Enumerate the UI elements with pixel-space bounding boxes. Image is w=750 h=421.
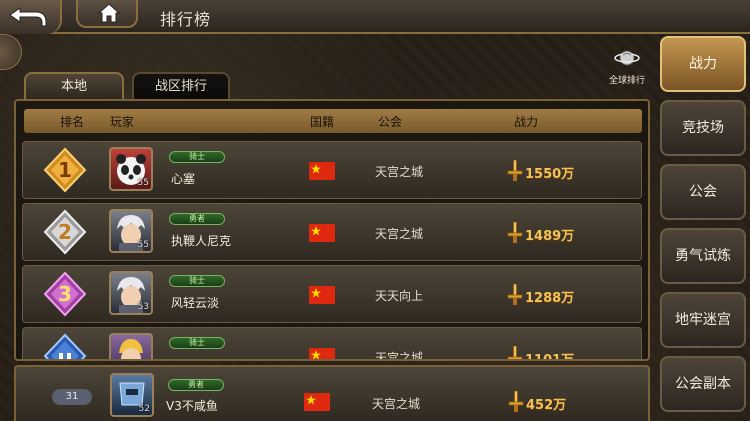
avatar[interactable]: 52 [110, 373, 154, 417]
my-rank-row[interactable]: 31 52 勇者 V3不咸鱼 天宫之城 452万 [14, 365, 650, 421]
guild-name: 天宫之城 [375, 165, 424, 179]
player-level: 52 [138, 404, 150, 414]
column-power: 战力 [514, 115, 539, 129]
side-tab-power[interactable]: 战力 [660, 36, 746, 92]
tab-zone-ranking[interactable]: 战区排行 [132, 72, 230, 100]
home-button[interactable] [76, 0, 138, 28]
column-guild: 公会 [378, 115, 403, 129]
title-badge: 骑士 [169, 337, 225, 349]
avatar[interactable]: 53 [109, 271, 153, 315]
power-text: 1550万 [525, 167, 575, 182]
avatar[interactable]: 55 [109, 209, 153, 253]
player-level: 53 [137, 302, 149, 312]
sword-icon [507, 222, 523, 243]
globe-icon [614, 50, 640, 66]
power-text: 1489万 [525, 229, 575, 244]
sword-icon [507, 284, 523, 305]
column-player: 玩家 [110, 115, 135, 129]
tab-local[interactable]: 本地 [24, 72, 124, 100]
rank-number: 2 [58, 220, 72, 244]
table-row[interactable]: 1 55 骑士 心塞 天宫之城 1550万 [22, 141, 642, 199]
avatar[interactable]: 55 [109, 147, 153, 191]
power-text: 1101万 [525, 353, 575, 361]
china-flag-icon [304, 393, 330, 411]
title-badge: 勇者 [169, 213, 225, 225]
side-tab-guild[interactable]: 公会 [660, 164, 746, 220]
china-flag-icon [309, 348, 335, 359]
top-bar: 排行榜 [0, 0, 750, 34]
back-button[interactable] [0, 0, 62, 34]
table-row[interactable]: 3 53 骑士 风轻云淡 天天向上 1288万 [22, 265, 642, 323]
china-flag-icon [309, 286, 335, 304]
global-rank-button[interactable]: 全球排行 [604, 48, 650, 86]
table-row[interactable]: 2 55 勇者 执鞭人尼克 天宫之城 1489万 [22, 203, 642, 261]
column-rank: 排名 [60, 115, 85, 129]
china-flag-icon [309, 224, 335, 242]
player-name: 执鞭人尼克 [171, 234, 232, 248]
sword-icon [507, 160, 523, 181]
power-text: 1288万 [525, 291, 575, 306]
rank-2-badge-icon: 2 [43, 209, 87, 255]
rank-1-badge-icon: 1 [43, 147, 87, 193]
guild-name: 天宫之城 [375, 351, 424, 361]
player-name: 风轻云淡 [171, 296, 220, 310]
guild-name: 天宫之城 [375, 227, 424, 241]
title-badge: 勇者 [168, 379, 224, 391]
rank-4-badge-icon [43, 333, 87, 359]
column-country: 国籍 [310, 115, 335, 129]
table-row[interactable]: 骑士 天宫之城 1101万 [22, 327, 642, 361]
player-level: 55 [137, 178, 149, 188]
hero-avatar-icon [119, 339, 143, 359]
guild-name: 天宫之城 [372, 397, 421, 411]
page-title: 排行榜 [160, 10, 212, 29]
side-tab-guild-raid[interactable]: 公会副本 [660, 356, 746, 412]
player-name: 心塞 [171, 172, 196, 186]
table-header: 排名 玩家 国籍 公会 战力 [24, 109, 642, 133]
sword-icon [508, 391, 524, 412]
rank-3-badge-icon: 3 [43, 271, 87, 317]
leaderboard-panel[interactable]: 排名 玩家 国籍 公会 战力 1 55 骑士 心塞 天宫之城 1550万 2 5… [14, 99, 650, 361]
home-icon [98, 3, 120, 23]
sword-icon [507, 346, 523, 359]
rank-number: 3 [58, 282, 72, 306]
title-badge: 骑士 [169, 275, 225, 287]
china-flag-icon [309, 162, 335, 180]
back-arrow-icon [9, 7, 47, 27]
side-tab-courage-trial[interactable]: 勇气试炼 [660, 228, 746, 284]
title-badge: 骑士 [169, 151, 225, 163]
avatar[interactable] [109, 333, 153, 359]
global-rank-label: 全球排行 [608, 76, 645, 86]
rank-number: 1 [58, 158, 72, 182]
player-level: 55 [137, 240, 149, 250]
power-text: 452万 [526, 398, 567, 413]
side-tab-dungeon-maze[interactable]: 地牢迷宫 [660, 292, 746, 348]
my-rank-badge: 31 [52, 389, 92, 405]
guild-name: 天天向上 [375, 289, 424, 303]
player-name: V3不咸鱼 [166, 399, 218, 413]
side-tab-arena[interactable]: 竞技场 [660, 100, 746, 156]
